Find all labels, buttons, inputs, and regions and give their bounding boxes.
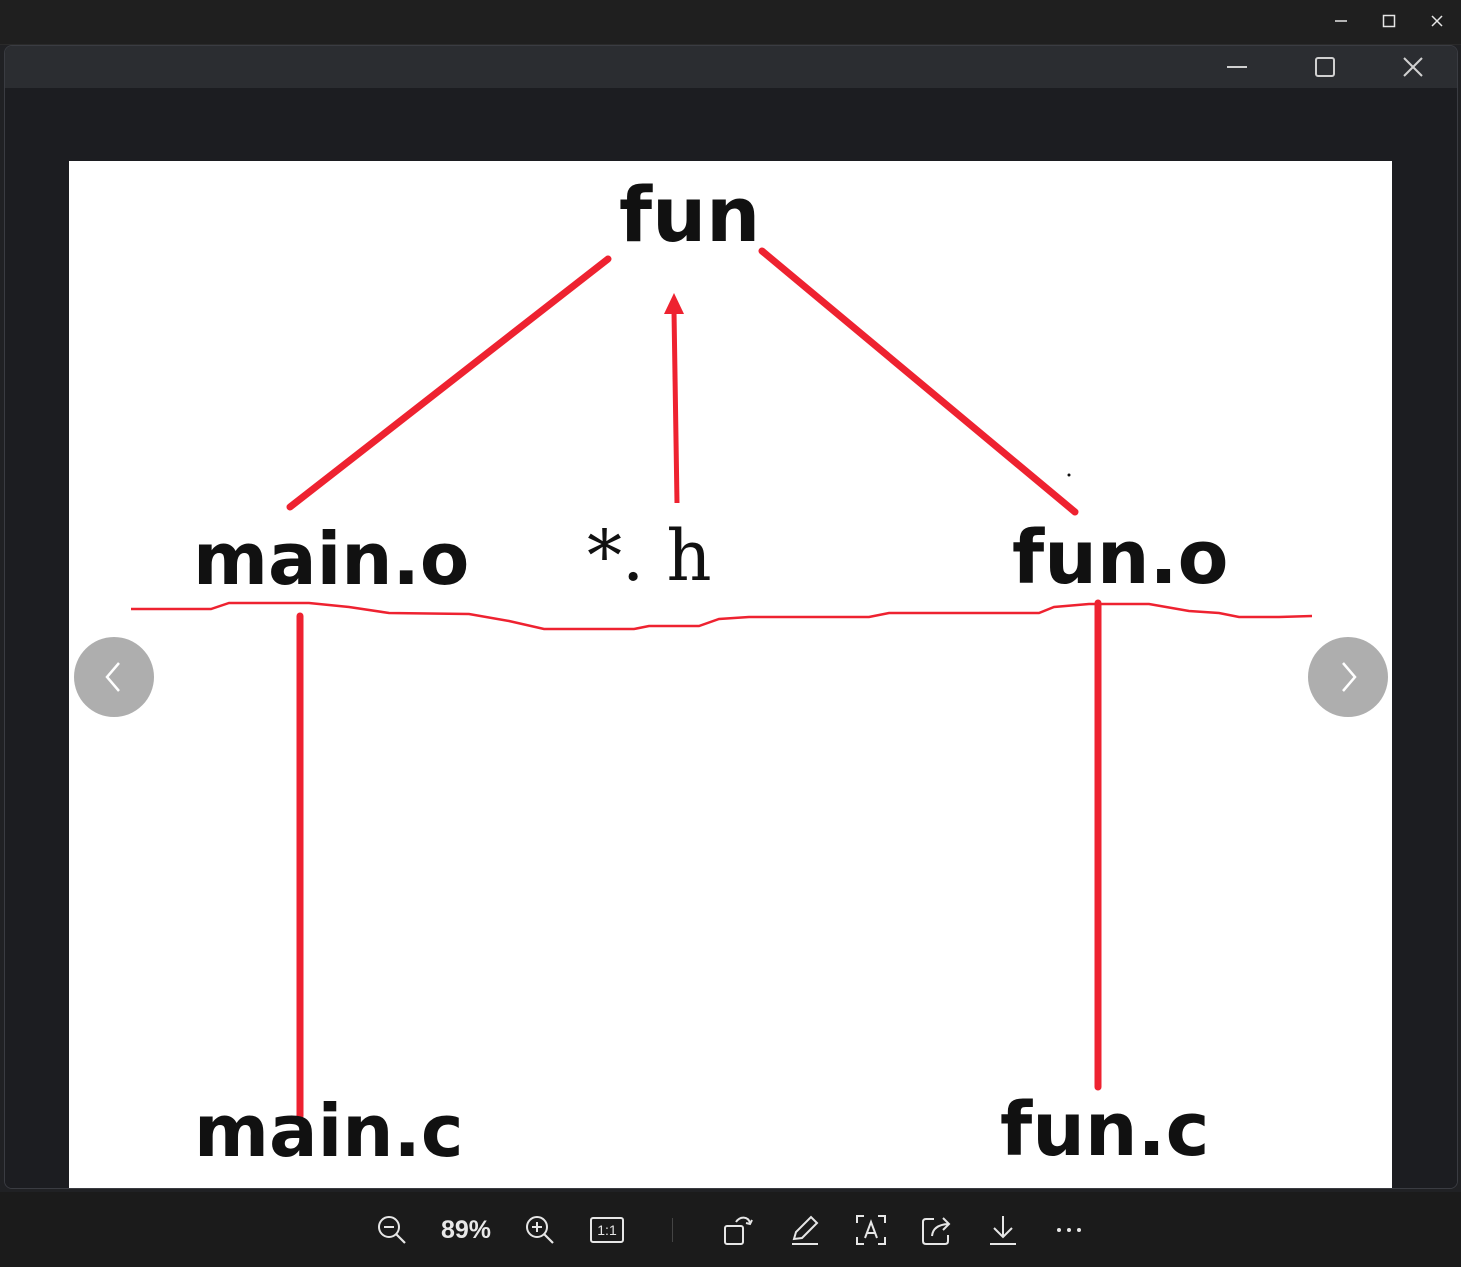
edge-fun-main-o	[286, 255, 612, 511]
node-fun-o: fun.o	[1012, 515, 1229, 601]
edge-fun-fun-o	[758, 247, 1079, 516]
rotate-icon	[724, 1216, 753, 1245]
app-window: fun main.o *. h fun.o main.c fun.c 89% 1…	[0, 0, 1461, 1267]
edge-h-fun	[671, 310, 680, 504]
zoom-level[interactable]: 89%	[432, 1210, 500, 1250]
stray-dot	[1067, 473, 1071, 477]
viewer-minimize-button[interactable]	[1193, 46, 1281, 88]
text-recognition-button[interactable]	[850, 1210, 892, 1250]
share-button[interactable]	[916, 1210, 958, 1250]
node-header-files: *. h	[587, 515, 712, 597]
outer-window-controls	[1317, 0, 1461, 42]
divider-line	[131, 601, 1313, 631]
close-icon	[1431, 15, 1443, 27]
actual-size-button[interactable]: 1:1	[586, 1210, 628, 1250]
outer-close-button[interactable]	[1413, 0, 1461, 42]
image-viewer-window: fun main.o *. h fun.o main.c fun.c	[4, 45, 1458, 1189]
zoom-out-icon	[378, 1216, 406, 1244]
maximize-icon	[1315, 57, 1335, 77]
arrow-head	[664, 293, 684, 314]
viewer-maximize-button[interactable]	[1281, 46, 1369, 88]
next-image-button[interactable]	[1308, 637, 1388, 717]
diagram-lines	[131, 247, 1313, 1120]
node-main-o: main.o	[193, 517, 470, 601]
outer-maximize-button[interactable]	[1365, 0, 1413, 42]
node-fun: fun	[619, 170, 761, 259]
outer-title-bar	[0, 0, 1461, 45]
share-icon	[922, 1217, 951, 1245]
node-main-c: main.c	[194, 1089, 464, 1173]
download-icon	[990, 1216, 1016, 1245]
viewer-close-button[interactable]	[1369, 46, 1457, 88]
close-icon	[1403, 57, 1423, 77]
outer-minimize-button[interactable]	[1317, 0, 1365, 42]
minimize-icon	[1227, 66, 1247, 68]
chevron-left-icon	[105, 662, 120, 692]
viewer-title-bar	[5, 46, 1457, 88]
viewer-window-controls	[1193, 46, 1457, 88]
previous-image-button[interactable]	[74, 637, 154, 717]
more-options-button[interactable]	[1048, 1210, 1090, 1250]
download-button[interactable]	[982, 1210, 1024, 1250]
displayed-image: fun main.o *. h fun.o main.c fun.c	[69, 161, 1392, 1188]
image-canvas[interactable]: fun main.o *. h fun.o main.c fun.c	[5, 88, 1457, 1188]
toolbar-separator	[672, 1218, 673, 1242]
edit-button[interactable]	[784, 1210, 826, 1250]
chevron-right-icon	[1342, 662, 1357, 692]
actual-size-label: 1:1	[590, 1217, 624, 1243]
zoom-in-icon	[526, 1216, 554, 1244]
zoom-out-button[interactable]	[372, 1210, 412, 1250]
more-icon	[1057, 1228, 1081, 1232]
zoom-in-button[interactable]	[520, 1210, 560, 1250]
minimize-icon	[1335, 20, 1347, 22]
text-recognition-icon	[856, 1215, 886, 1245]
maximize-icon	[1382, 14, 1396, 28]
pencil-icon	[792, 1215, 819, 1245]
node-fun-c: fun.c	[1000, 1087, 1210, 1173]
viewer-toolbar: 89% 1:1	[0, 1192, 1461, 1267]
rotate-button[interactable]	[718, 1210, 760, 1250]
